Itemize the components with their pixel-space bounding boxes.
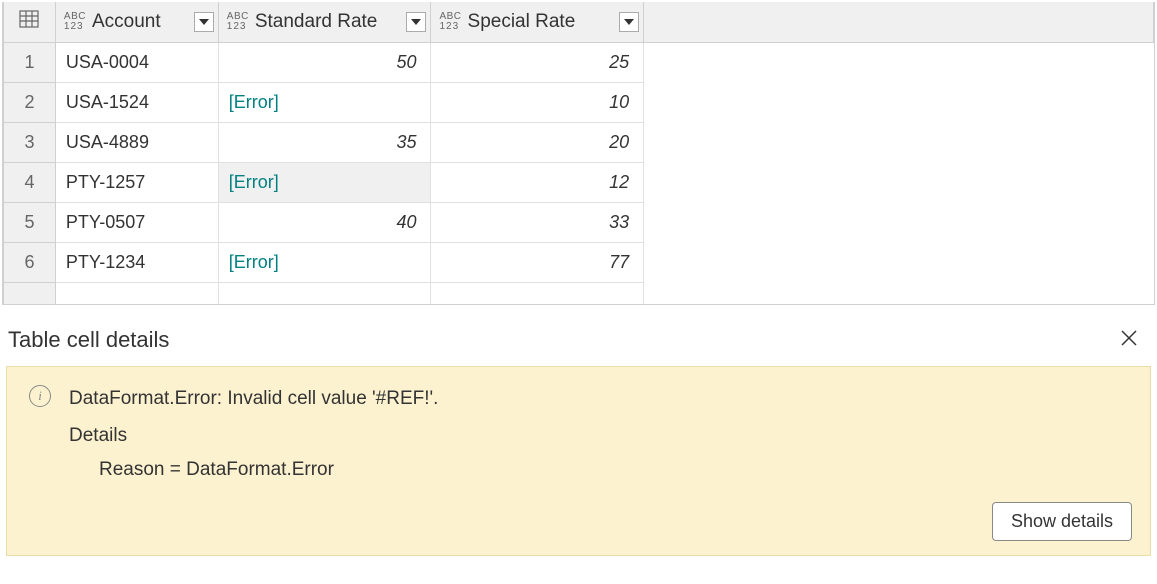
cell-error[interactable]: [Error] xyxy=(218,162,431,202)
select-all-corner[interactable] xyxy=(4,2,56,42)
cell-special-rate[interactable]: 25 xyxy=(431,42,644,82)
filler-cell xyxy=(644,202,1154,242)
column-header-account[interactable]: ABC123 Account xyxy=(55,2,218,42)
row-number[interactable]: 5 xyxy=(4,202,56,242)
table-row[interactable]: 2USA-1524[Error]10 xyxy=(4,82,1154,122)
any-type-icon: ABC123 xyxy=(439,12,461,32)
table-row[interactable]: 5PTY-05074033 xyxy=(4,202,1154,242)
cell-error[interactable]: [Error] xyxy=(218,242,431,282)
chevron-down-icon xyxy=(199,19,209,25)
show-details-button[interactable]: Show details xyxy=(992,502,1132,541)
cell-account[interactable]: USA-0004 xyxy=(55,42,218,82)
filter-dropdown-button[interactable] xyxy=(619,12,639,32)
filler-cell xyxy=(644,122,1154,162)
row-number[interactable]: 3 xyxy=(4,122,56,162)
filler-cell xyxy=(644,42,1154,82)
data-table-container: ABC123 Account ABC123 Standard Rate xyxy=(2,2,1155,305)
error-reason: Reason = DataFormat.Error xyxy=(99,459,1128,481)
info-icon: i xyxy=(29,385,51,407)
cell-standard-rate[interactable]: 50 xyxy=(218,42,431,82)
cell-special-rate[interactable]: 33 xyxy=(431,202,644,242)
filter-dropdown-button[interactable] xyxy=(194,12,214,32)
cell-special-rate[interactable]: 77 xyxy=(431,242,644,282)
column-label: Standard Rate xyxy=(255,11,401,33)
filler-cell xyxy=(644,282,1154,304)
table-row[interactable]: 1USA-00045025 xyxy=(4,42,1154,82)
empty-cell xyxy=(431,282,644,304)
cell-standard-rate[interactable]: 35 xyxy=(218,122,431,162)
chevron-down-icon xyxy=(624,19,634,25)
cell-account[interactable]: PTY-1234 xyxy=(55,242,218,282)
row-number[interactable]: 6 xyxy=(4,242,56,282)
close-icon xyxy=(1121,330,1137,346)
filler-cell xyxy=(644,162,1154,202)
table-row[interactable]: 6PTY-1234[Error]77 xyxy=(4,242,1154,282)
column-label: Special Rate xyxy=(468,11,614,33)
filler-header xyxy=(644,2,1154,42)
chevron-down-icon xyxy=(411,19,421,25)
cell-account[interactable]: USA-1524 xyxy=(55,82,218,122)
column-header-special-rate[interactable]: ABC123 Special Rate xyxy=(431,2,644,42)
cell-details-section: Table cell details i DataFormat.Error: I… xyxy=(0,321,1157,556)
empty-cell xyxy=(218,282,431,304)
cell-standard-rate[interactable]: 40 xyxy=(218,202,431,242)
row-number[interactable]: 1 xyxy=(4,42,56,82)
cell-special-rate[interactable]: 20 xyxy=(431,122,644,162)
table-row[interactable]: 3USA-48893520 xyxy=(4,122,1154,162)
column-header-standard-rate[interactable]: ABC123 Standard Rate xyxy=(218,2,431,42)
close-button[interactable] xyxy=(1113,325,1145,356)
data-table: ABC123 Account ABC123 Standard Rate xyxy=(3,2,1154,305)
error-details-panel: i DataFormat.Error: Invalid cell value '… xyxy=(6,366,1151,556)
table-icon xyxy=(19,10,39,33)
cell-account[interactable]: USA-4889 xyxy=(55,122,218,162)
empty-row xyxy=(4,282,1154,304)
row-number[interactable]: 4 xyxy=(4,162,56,202)
error-message: DataFormat.Error: Invalid cell value '#R… xyxy=(69,385,438,414)
cell-special-rate[interactable]: 12 xyxy=(431,162,644,202)
any-type-icon: ABC123 xyxy=(227,12,249,32)
cell-account[interactable]: PTY-1257 xyxy=(55,162,218,202)
details-label: Details xyxy=(69,425,1128,447)
filler-cell xyxy=(644,242,1154,282)
row-number[interactable]: 2 xyxy=(4,82,56,122)
table-row[interactable]: 4PTY-1257[Error]12 xyxy=(4,162,1154,202)
empty-cell xyxy=(55,282,218,304)
cell-account[interactable]: PTY-0507 xyxy=(55,202,218,242)
details-title: Table cell details xyxy=(8,327,169,353)
empty-row-num xyxy=(4,282,56,304)
column-label: Account xyxy=(92,11,188,33)
any-type-icon: ABC123 xyxy=(64,12,86,32)
filler-cell xyxy=(644,82,1154,122)
cell-special-rate[interactable]: 10 xyxy=(431,82,644,122)
filter-dropdown-button[interactable] xyxy=(406,12,426,32)
cell-error[interactable]: [Error] xyxy=(218,82,431,122)
